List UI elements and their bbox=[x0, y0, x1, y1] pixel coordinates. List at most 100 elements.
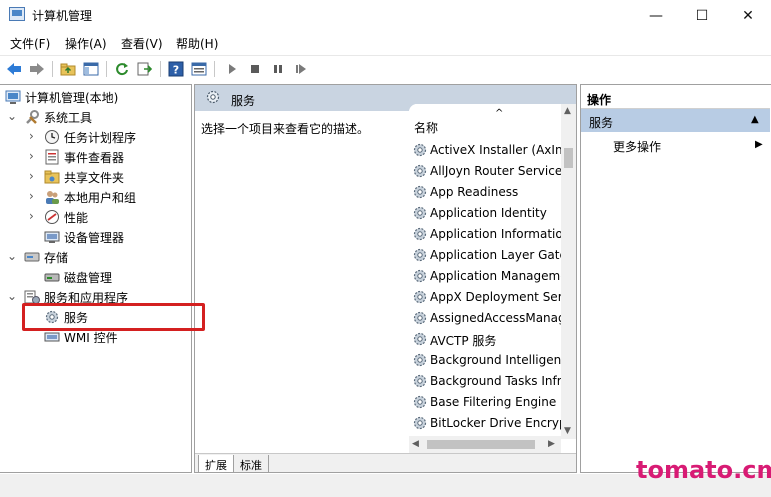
service-name: BitLocker Drive Encryption Service bbox=[430, 416, 561, 430]
service-name: App Readiness bbox=[430, 185, 519, 199]
clock-icon bbox=[44, 129, 60, 145]
service-row[interactable]: BitLocker Drive Encryption Service bbox=[409, 413, 561, 434]
actions-section-services[interactable]: 服务 ▲ bbox=[581, 109, 770, 132]
performance-icon bbox=[44, 209, 60, 225]
tree-item-shared-folders[interactable]: › 共享文件夹 bbox=[0, 167, 190, 187]
scroll-thumb[interactable] bbox=[564, 148, 573, 168]
service-row[interactable]: Application Management bbox=[409, 266, 561, 287]
tree-item-device-manager[interactable]: 设备管理器 bbox=[0, 227, 190, 247]
forward-arrow-icon[interactable] bbox=[27, 59, 47, 79]
tree-item-performance[interactable]: › 性能 bbox=[0, 207, 190, 227]
services-list: ^ 名称 ActiveX Installer (AxInstSV) AllJoyn… bbox=[409, 104, 576, 453]
tab-standard[interactable]: 标准 bbox=[233, 455, 269, 472]
gear-icon bbox=[205, 89, 221, 105]
scroll-up-icon[interactable]: ▲ bbox=[564, 106, 571, 116]
tree-item-event-viewer[interactable]: › 事件查看器 bbox=[0, 147, 190, 167]
tree-root[interactable]: 计算机管理(本地) bbox=[0, 87, 190, 107]
close-button[interactable]: ✕ bbox=[725, 0, 771, 31]
services-panel: 服务 选择一个项目来查看它的描述。 ^ 名称 ActiveX Installer… bbox=[194, 84, 577, 473]
chevron-right-icon[interactable]: › bbox=[29, 189, 34, 203]
chevron-right-icon[interactable]: › bbox=[29, 169, 34, 183]
gear-icon bbox=[412, 268, 428, 284]
tree-item-disk-management[interactable]: 磁盘管理 bbox=[0, 267, 190, 287]
users-icon bbox=[44, 189, 60, 205]
folder-up-icon[interactable] bbox=[58, 59, 78, 79]
tree-item-local-users-groups[interactable]: › 本地用户和组 bbox=[0, 187, 190, 207]
service-name: Base Filtering Engine bbox=[430, 395, 557, 409]
service-name: Background Intelligent Transfer Service bbox=[430, 353, 561, 367]
service-row[interactable]: Background Intelligent Transfer Service bbox=[409, 350, 561, 371]
collapse-up-icon[interactable]: ▲ bbox=[751, 114, 759, 125]
gear-icon bbox=[412, 373, 428, 389]
help-icon[interactable]: ? bbox=[166, 59, 186, 79]
submenu-arrow-icon: ▶ bbox=[755, 139, 763, 150]
wmi-icon bbox=[44, 329, 60, 345]
service-name: Application Identity bbox=[430, 206, 547, 220]
menu-action[interactable]: 操作(A) bbox=[65, 35, 107, 52]
tools-icon bbox=[24, 109, 40, 125]
menu-help[interactable]: 帮助(H) bbox=[176, 35, 218, 52]
refresh-icon[interactable] bbox=[112, 59, 132, 79]
chevron-right-icon[interactable]: › bbox=[29, 209, 34, 223]
chevron-right-icon[interactable]: › bbox=[29, 149, 34, 163]
service-row[interactable]: Application Identity bbox=[409, 203, 561, 224]
menu-bar: 文件(F) 操作(A) 查看(V) 帮助(H) bbox=[0, 31, 771, 54]
description-area: 选择一个项目来查看它的描述。 bbox=[195, 111, 405, 453]
menu-file[interactable]: 文件(F) bbox=[10, 35, 50, 52]
computer-management-icon bbox=[5, 89, 21, 105]
maximize-button[interactable]: ☐ bbox=[679, 0, 725, 31]
tree-item-system-tools[interactable]: ⌄ 系统工具 bbox=[0, 107, 190, 127]
disk-icon bbox=[44, 269, 60, 285]
restart-icon[interactable] bbox=[291, 59, 311, 79]
console-tree: 计算机管理(本地) ⌄ 系统工具 › 任务计划程序 › 事件查看器 › 共享文件… bbox=[0, 84, 192, 473]
tab-extended[interactable]: 扩展 bbox=[198, 455, 234, 472]
service-name: Background Tasks Infrastructure Service bbox=[430, 374, 561, 388]
sort-up-icon: ^ bbox=[495, 108, 504, 119]
service-name: Application Layer Gateway Service bbox=[430, 248, 561, 262]
chevron-down-icon[interactable]: ⌄ bbox=[7, 249, 17, 263]
service-name: Application Management bbox=[430, 269, 561, 283]
scroll-left-icon[interactable]: ◀ bbox=[412, 439, 419, 449]
service-row[interactable]: ActiveX Installer (AxInstSV) bbox=[409, 140, 561, 161]
column-header-name[interactable]: ^ 名称 bbox=[409, 104, 561, 138]
service-row[interactable]: AssignedAccessManager Service bbox=[409, 308, 561, 329]
event-log-icon bbox=[44, 149, 60, 165]
storage-icon bbox=[24, 249, 40, 265]
play-icon[interactable] bbox=[222, 59, 242, 79]
chevron-down-icon[interactable]: ⌄ bbox=[7, 289, 17, 303]
scroll-right-icon[interactable]: ▶ bbox=[548, 439, 555, 449]
properties-icon[interactable] bbox=[189, 59, 209, 79]
service-name: Application Information bbox=[430, 227, 561, 241]
service-row[interactable]: Base Filtering Engine bbox=[409, 392, 561, 413]
service-row[interactable]: AVCTP 服务 bbox=[409, 329, 561, 350]
service-row[interactable]: Application Information bbox=[409, 224, 561, 245]
chevron-right-icon[interactable]: › bbox=[29, 129, 34, 143]
scroll-thumb[interactable] bbox=[427, 440, 535, 449]
gear-icon bbox=[412, 331, 428, 347]
service-row[interactable]: Background Tasks Infrastructure Service bbox=[409, 371, 561, 392]
tree-item-task-scheduler[interactable]: › 任务计划程序 bbox=[0, 127, 190, 147]
watermark: tomato.cm bbox=[636, 456, 771, 484]
tree-item-storage[interactable]: ⌄ 存储 bbox=[0, 247, 190, 267]
scroll-down-icon[interactable]: ▼ bbox=[564, 426, 571, 436]
service-row[interactable]: AllJoyn Router Service bbox=[409, 161, 561, 182]
horizontal-scrollbar[interactable]: ◀ ▶ bbox=[409, 436, 561, 453]
gear-icon bbox=[412, 163, 428, 179]
actions-pane: 操作 服务 ▲ 更多操作 ▶ bbox=[580, 84, 771, 473]
vertical-scrollbar[interactable]: ▲ ▼ bbox=[561, 104, 576, 439]
more-actions-link[interactable]: 更多操作 bbox=[613, 138, 661, 155]
export-list-icon[interactable] bbox=[135, 59, 155, 79]
service-name: AllJoyn Router Service bbox=[430, 164, 561, 178]
menu-view[interactable]: 查看(V) bbox=[121, 35, 163, 52]
back-arrow-icon[interactable] bbox=[4, 59, 24, 79]
service-row[interactable]: Application Layer Gateway Service bbox=[409, 245, 561, 266]
minimize-button[interactable]: — bbox=[633, 0, 679, 31]
show-hide-tree-icon[interactable] bbox=[81, 59, 101, 79]
service-row[interactable]: AppX Deployment Service (AppXSVC) bbox=[409, 287, 561, 308]
stop-icon[interactable] bbox=[245, 59, 265, 79]
gear-icon bbox=[412, 352, 428, 368]
service-row[interactable]: App Readiness bbox=[409, 182, 561, 203]
pause-icon[interactable] bbox=[268, 59, 288, 79]
chevron-down-icon[interactable]: ⌄ bbox=[7, 109, 17, 123]
description-text: 选择一个项目来查看它的描述。 bbox=[201, 122, 370, 136]
